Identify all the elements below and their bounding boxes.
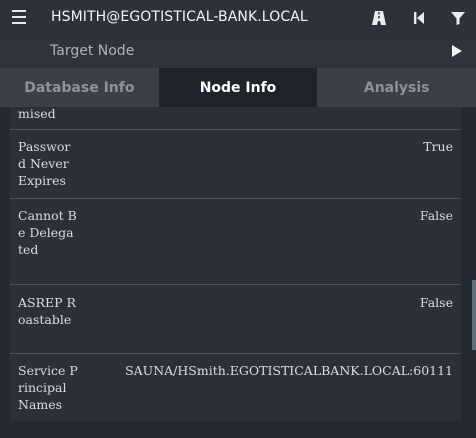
tab-node-info[interactable]: Node Info <box>158 68 318 107</box>
filter-icon[interactable] <box>449 9 467 27</box>
properties-table: mised Password Never Expires True Cannot… <box>10 107 461 421</box>
table-row: Cannot Be Delegated False <box>10 199 461 285</box>
table-row: ASREP Roastable False <box>10 285 461 354</box>
table-row: Password Never Expires True <box>10 130 461 199</box>
property-label: ASREP Roastable <box>18 295 76 327</box>
property-value: SAUNA/HSmith.EGOTISTICALBANK.LOCAL:60111 <box>125 363 453 378</box>
property-value: False <box>419 208 453 223</box>
tab-analysis[interactable]: Analysis <box>317 68 476 107</box>
property-value: False <box>419 295 453 310</box>
node-info-panel: mised Password Never Expires True Cannot… <box>0 107 476 438</box>
top-bar: HSMITH@EGOTISTICAL-BANK.LOCAL <box>0 0 476 35</box>
property-label: Password Never Expires <box>18 139 71 188</box>
table-row: Service Principal Names SAUNA/HSmith.EGO… <box>10 354 461 421</box>
play-icon[interactable] <box>452 45 462 57</box>
tab-database-info[interactable]: Database Info <box>0 68 159 107</box>
table-row: mised <box>10 107 461 130</box>
back-icon[interactable] <box>410 9 428 27</box>
target-node-row <box>0 35 476 68</box>
property-label: Cannot Be Delegated <box>18 208 77 257</box>
node-title: HSMITH@EGOTISTICAL-BANK.LOCAL <box>51 9 308 25</box>
property-label: Service Principal Names <box>18 363 78 412</box>
property-value: True <box>423 139 453 154</box>
tab-bar: Database Info Node Info Analysis <box>0 68 476 107</box>
target-node-input[interactable] <box>50 42 430 60</box>
menu-icon[interactable] <box>12 10 26 24</box>
property-label: mised <box>18 107 56 121</box>
pathfinding-icon[interactable] <box>370 9 388 27</box>
scrollbar-thumb[interactable] <box>472 280 476 350</box>
